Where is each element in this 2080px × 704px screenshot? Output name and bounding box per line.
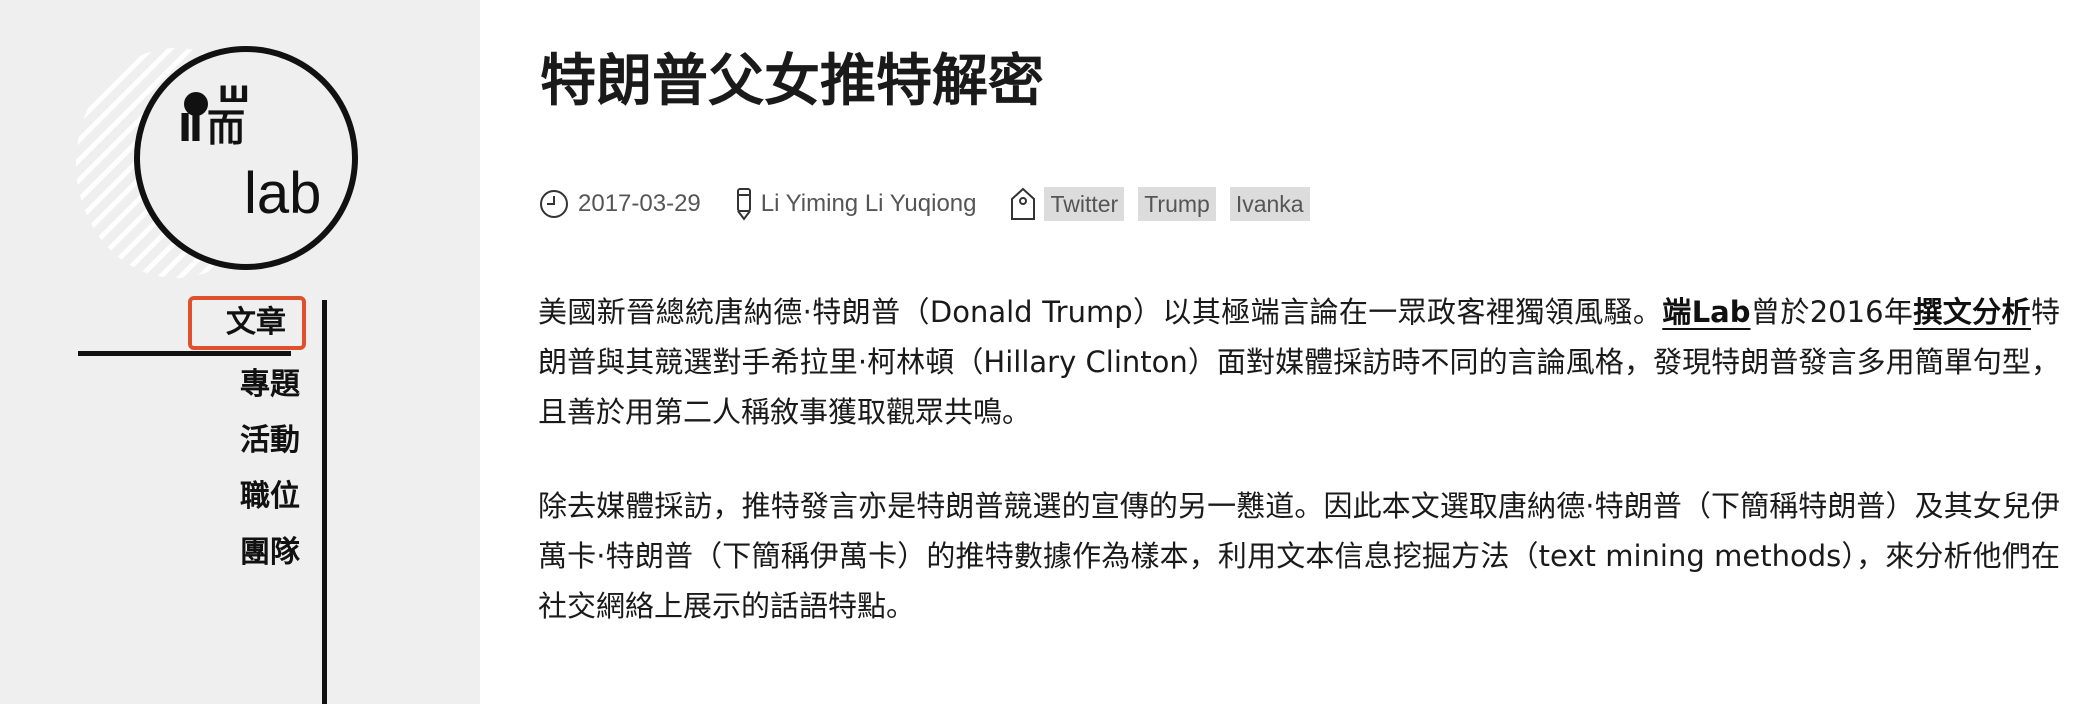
sidebar: ш Ⅱ而 lab 文章 專題 活動 職位 團隊 [0, 0, 480, 704]
pen-icon [735, 187, 753, 221]
nav-item-articles[interactable]: 文章 [188, 296, 306, 350]
tag-trump[interactable]: Trump [1138, 187, 1216, 221]
tag-icon [1010, 187, 1036, 221]
analysis-link[interactable]: 撰文分析 [1913, 295, 2031, 329]
nav-item-events[interactable]: 活動 [190, 421, 300, 461]
duanlab-link[interactable]: 端Lab [1662, 295, 1750, 329]
logo-glyph-bottom: Ⅱ而 [178, 106, 250, 150]
nav-active-underline [78, 351, 291, 356]
nav-item-team[interactable]: 團隊 [190, 533, 300, 573]
article-title: 特朗普父女推特解密 [540, 49, 1044, 114]
nav-vertical-rule [322, 300, 327, 704]
nav-item-topics[interactable]: 專題 [190, 365, 300, 405]
clock-icon [538, 188, 570, 220]
logo-glyph-top: ш [218, 75, 254, 110]
nav-item-jobs[interactable]: 職位 [190, 477, 300, 517]
logo-glyph: ш Ⅱ而 [178, 75, 258, 150]
tag-ivanka[interactable]: Ivanka [1229, 187, 1310, 221]
article-date: 2017-03-29 [578, 190, 701, 217]
paragraph-text: 曾於2016年 [1750, 295, 1914, 329]
article-meta: 2017-03-29 Li Yiming Li Yuqiong Twitter … [538, 184, 1316, 224]
article-paragraph-2: 除去媒體採訪，推特發言亦是特朗普競選的宣傳的另一戁道。因此本文選取唐納德·特朗普… [538, 489, 2060, 623]
paragraph-text: 美國新晉總統唐納德·特朗普（Donald Trump）以其極端言論在一眾政客裡獨… [538, 295, 1663, 329]
tag-twitter[interactable]: Twitter [1044, 187, 1125, 221]
site-logo[interactable]: ш Ⅱ而 lab [134, 46, 358, 270]
article-authors[interactable]: Li Yiming Li Yuqiong [761, 190, 977, 218]
logo-lab-text: lab [244, 161, 322, 226]
article-paragraph-1: 美國新晉總統唐納德·特朗普（Donald Trump）以其極端言論在一眾政客裡獨… [538, 287, 2060, 437]
